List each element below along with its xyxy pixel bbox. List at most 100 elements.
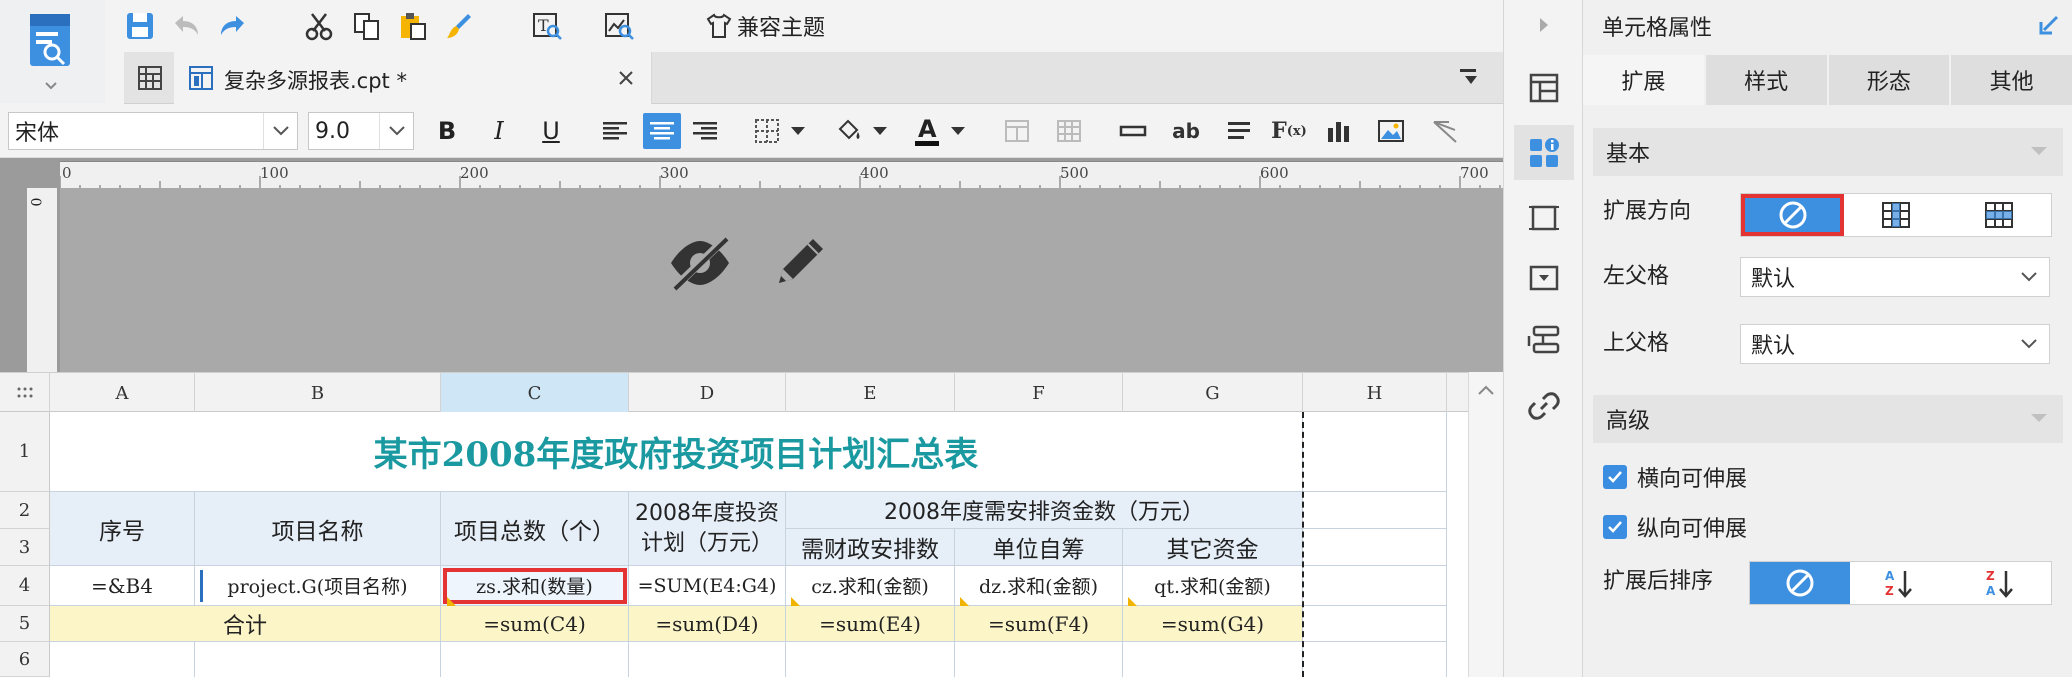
italic-icon[interactable]: I <box>482 114 516 148</box>
tab-list-icon[interactable] <box>1454 64 1484 92</box>
cell-c4-selected[interactable]: zs.求和(数量) <box>441 566 629 606</box>
widget-bounds-icon[interactable] <box>1524 198 1564 238</box>
file-tab[interactable]: 复杂多源报表.cpt * <box>174 52 652 104</box>
header-other-cell[interactable]: 其它资金 <box>1123 529 1303 566</box>
preview-chart-icon[interactable] <box>601 8 637 44</box>
total-label-cell[interactable]: 合计 <box>50 606 441 642</box>
insert-text-cell-icon[interactable] <box>1116 114 1150 148</box>
vertical-expand-checkbox[interactable]: 纵向可伸展 <box>1603 511 1747 543</box>
top-parent-select[interactable]: 默认 <box>1740 324 2050 364</box>
tab-form[interactable]: 形态 <box>1828 55 1952 105</box>
align-left-icon[interactable] <box>598 114 632 148</box>
cell-d4[interactable]: =SUM(E4:G4) <box>629 566 786 606</box>
tab-expand[interactable]: 扩展 <box>1583 55 1706 105</box>
sort-descending-option[interactable]: ZA <box>1951 562 2051 604</box>
sort-none-option[interactable] <box>1750 562 1851 604</box>
cell-h1[interactable] <box>1303 412 1447 492</box>
select-all-corner[interactable] <box>0 373 50 413</box>
cell-c6[interactable] <box>441 642 629 677</box>
column-header-d[interactable]: D <box>629 373 786 413</box>
font-family-select[interactable]: 宋体 <box>8 112 298 150</box>
left-parent-select[interactable]: 默认 <box>1740 257 2050 297</box>
save-icon[interactable] <box>122 8 158 44</box>
template-layout-icon[interactable] <box>1524 68 1564 108</box>
cell-f5[interactable]: =sum(F4) <box>955 606 1123 642</box>
row-header-6[interactable]: 6 <box>0 642 50 677</box>
theme-button[interactable]: 兼容主题 <box>705 8 825 44</box>
hyperlink-icon[interactable] <box>1524 386 1564 426</box>
slash-header-icon[interactable] <box>1428 114 1462 148</box>
cell-c5[interactable]: =sum(C4) <box>441 606 629 642</box>
undo-icon[interactable] <box>168 8 204 44</box>
report-title-cell[interactable]: 某市2008年度政府投资项目计划汇总表 <box>50 412 1303 492</box>
cell-h3[interactable] <box>1303 529 1447 566</box>
cell-grid-icon[interactable] <box>134 62 166 94</box>
cell-d5[interactable]: =sum(D4) <box>629 606 786 642</box>
merge-cells-icon[interactable] <box>1000 114 1034 148</box>
cell-e5[interactable]: =sum(E4) <box>786 606 955 642</box>
close-tab-icon[interactable] <box>612 64 640 92</box>
horizontal-expand-checkbox[interactable]: 横向可伸展 <box>1603 461 1747 493</box>
align-right-icon[interactable] <box>688 114 722 148</box>
chevron-down-icon[interactable] <box>948 122 968 140</box>
paste-icon[interactable] <box>395 8 431 44</box>
cell-h2[interactable] <box>1303 492 1447 529</box>
cell-b4[interactable]: project.G(项目名称) <box>195 566 441 606</box>
cell-e4[interactable]: cz.求和(金额) <box>786 566 955 606</box>
border-icon[interactable] <box>750 114 784 148</box>
tab-style[interactable]: 样式 <box>1705 55 1829 105</box>
cell-h6[interactable] <box>1303 642 1447 677</box>
cell-g4[interactable]: qt.求和(金额) <box>1123 566 1303 606</box>
row-header-5[interactable]: 5 <box>0 606 50 642</box>
condition-attributes-icon[interactable] <box>1524 320 1564 360</box>
align-center-icon[interactable] <box>643 113 681 149</box>
dock-arrow-icon[interactable] <box>2038 14 2060 36</box>
redo-icon[interactable] <box>215 8 251 44</box>
column-header-c[interactable]: C <box>441 373 629 413</box>
insert-formula-icon[interactable]: F (x) <box>1270 114 1308 148</box>
cell-a6[interactable] <box>50 642 195 677</box>
page-header-area[interactable] <box>60 188 1503 372</box>
file-menu-button[interactable] <box>0 0 105 103</box>
cell-f4[interactable]: dz.求和(金额) <box>955 566 1123 606</box>
insert-image-icon[interactable] <box>1374 114 1408 148</box>
collapse-arrow-icon[interactable] <box>1528 10 1560 40</box>
cell-a4[interactable]: =&B4 <box>50 566 195 606</box>
insert-rich-text-icon[interactable] <box>1222 114 1256 148</box>
cell-h5[interactable] <box>1303 606 1447 642</box>
cell-d6[interactable] <box>629 642 786 677</box>
cell-h4[interactable] <box>1303 566 1447 606</box>
hide-eye-icon[interactable] <box>665 228 735 298</box>
row-header-3[interactable]: 3 <box>0 529 50 566</box>
column-header-h[interactable]: H <box>1303 373 1447 413</box>
expand-none-option[interactable] <box>1741 194 1845 236</box>
format-painter-icon[interactable] <box>441 8 477 44</box>
underline-icon[interactable]: U <box>534 114 568 148</box>
expand-vertical-option[interactable] <box>1844 194 1947 236</box>
widget-dropdown-icon[interactable] <box>1524 258 1564 298</box>
vertical-scrollbar[interactable] <box>1468 372 1503 677</box>
chevron-down-icon[interactable] <box>788 122 808 140</box>
expand-horizontal-option[interactable] <box>1948 194 2051 236</box>
column-header-a[interactable]: A <box>50 373 195 413</box>
find-replace-icon[interactable]: T <box>529 8 565 44</box>
tab-other[interactable]: 其他 <box>1951 55 2072 105</box>
scroll-up-icon[interactable] <box>1477 384 1495 396</box>
cell-b6[interactable] <box>195 642 441 677</box>
sort-ascending-option[interactable]: AZ <box>1850 562 1950 604</box>
header-project-name-cell[interactable]: 项目名称 <box>195 492 441 566</box>
header-arrange-cell[interactable]: 2008年度需安排资金数（万元） <box>786 492 1303 529</box>
font-size-select[interactable]: 9.0 <box>308 112 414 150</box>
column-header-e[interactable]: E <box>786 373 955 413</box>
column-header-f[interactable]: F <box>955 373 1123 413</box>
basic-section-header[interactable]: 基本 <box>1593 128 2063 176</box>
header-fiscal-cell[interactable]: 需财政安排数 <box>786 529 955 566</box>
header-plan-cell[interactable]: 2008年度投资计划（万元） <box>629 492 786 566</box>
row-header-1[interactable]: 1 <box>0 412 50 492</box>
fill-color-icon[interactable] <box>832 114 866 148</box>
header-self-raised-cell[interactable]: 单位自筹 <box>955 529 1123 566</box>
cell-e6[interactable] <box>786 642 955 677</box>
row-header-2[interactable]: 2 <box>0 492 50 529</box>
cell-f6[interactable] <box>955 642 1123 677</box>
insert-chart-icon[interactable] <box>1322 114 1356 148</box>
